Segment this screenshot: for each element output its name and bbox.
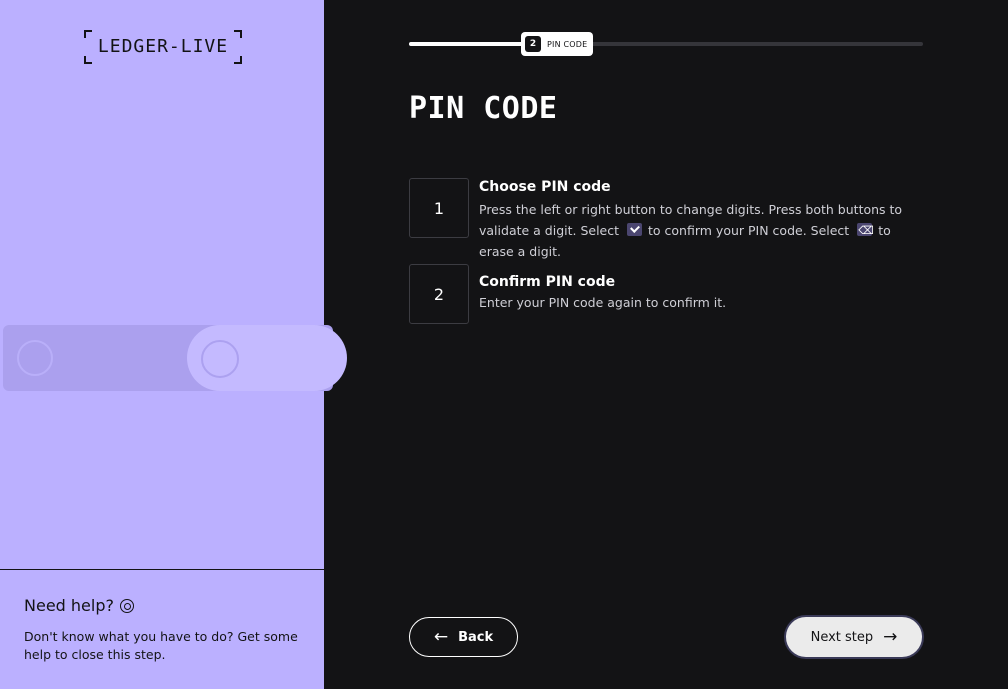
- need-help-label: Need help?: [24, 596, 114, 615]
- help-text: Don't know what you have to do? Get some…: [24, 628, 314, 664]
- need-help-title[interactable]: Need help?: [24, 596, 134, 615]
- step-title: Choose PIN code: [479, 179, 929, 195]
- arrow-left-icon: ←: [434, 629, 448, 646]
- left-panel: LEDGER-LIVE Need help? Don't know what y…: [0, 0, 324, 689]
- erase-icon: [857, 223, 872, 236]
- progress-fill: [409, 42, 529, 46]
- step-title: Confirm PIN code: [479, 274, 929, 290]
- logo-text: LEDGER-LIVE: [84, 36, 242, 57]
- step-number-box: 1: [409, 178, 469, 238]
- back-button[interactable]: ← Back: [409, 617, 518, 657]
- next-step-button[interactable]: Next step →: [784, 615, 924, 659]
- step-number: 2: [525, 36, 541, 52]
- arrow-right-icon: →: [883, 629, 897, 646]
- next-step-label: Next step: [811, 630, 874, 645]
- help-divider: [0, 569, 324, 570]
- step-description: Press the left or right button to change…: [479, 199, 929, 262]
- page-title: PIN CODE: [409, 91, 558, 126]
- device-left-button-illustration: [17, 340, 53, 376]
- check-icon: [627, 223, 642, 236]
- lifebuoy-icon: [120, 599, 134, 613]
- step-label: PIN CODE: [547, 40, 587, 49]
- current-step-chip: 2 PIN CODE: [521, 32, 593, 56]
- step-number-box: 2: [409, 264, 469, 324]
- device-right-button-illustration: [201, 340, 239, 378]
- step-description: Enter your PIN code again to confirm it.: [479, 292, 929, 313]
- back-label: Back: [458, 630, 493, 645]
- ledger-live-logo: LEDGER-LIVE: [84, 30, 242, 64]
- device-illustration: [0, 322, 324, 394]
